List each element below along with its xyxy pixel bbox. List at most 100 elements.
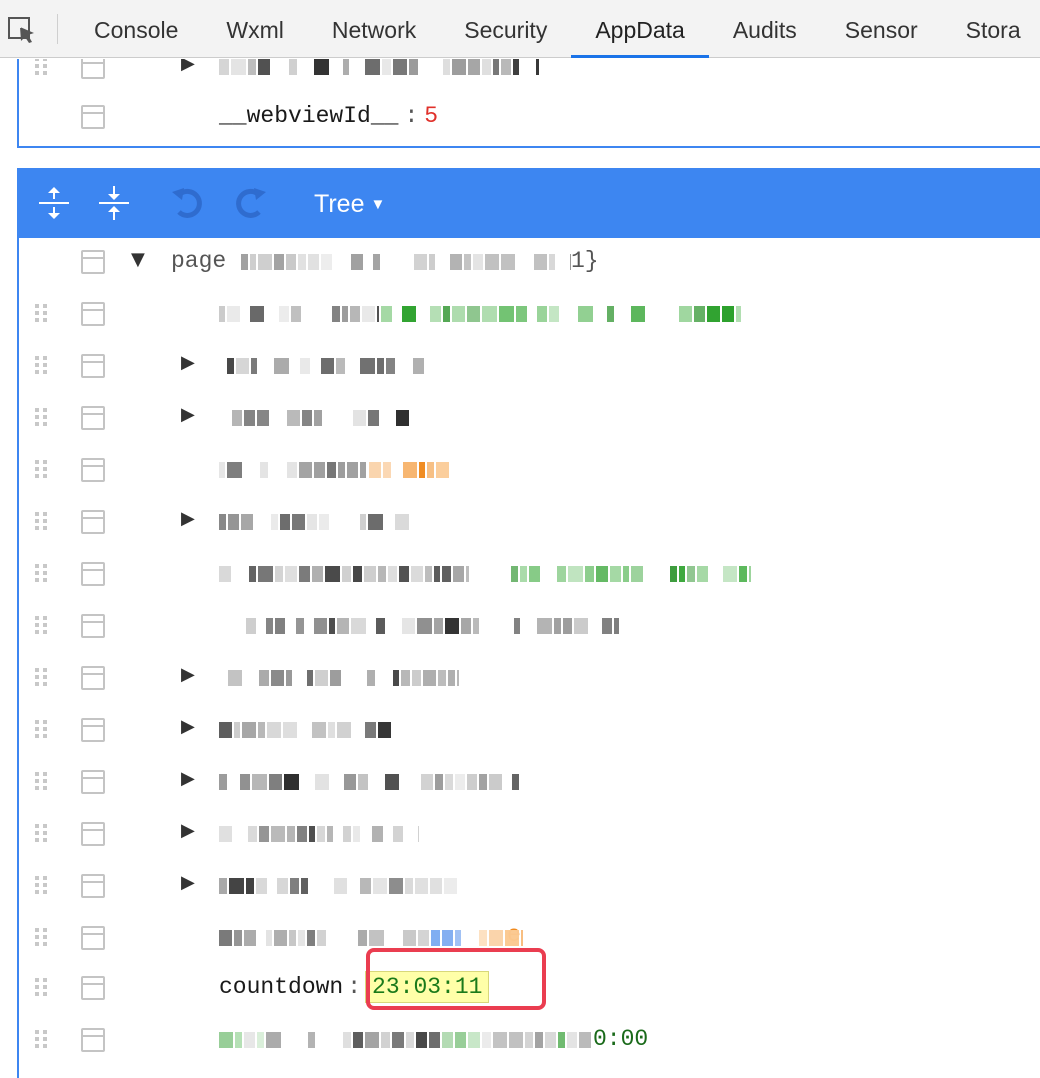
row-menu-icon[interactable] xyxy=(81,926,105,950)
redacted-block xyxy=(266,1032,281,1048)
webview-value[interactable]: 5 xyxy=(424,103,438,129)
drag-handle-icon[interactable] xyxy=(35,460,51,480)
row-menu-icon[interactable] xyxy=(81,406,105,430)
redo-icon[interactable] xyxy=(231,184,269,222)
tab-console[interactable]: Console xyxy=(70,0,202,58)
redacted-block xyxy=(259,670,269,686)
tab-security[interactable]: Security xyxy=(440,0,571,58)
grip-dot xyxy=(35,779,39,783)
row-menu-icon[interactable] xyxy=(81,302,105,326)
redacted-block xyxy=(557,566,566,582)
tab-appdata[interactable]: AppData xyxy=(571,0,709,58)
redacted-block xyxy=(228,670,242,686)
drag-handle-icon[interactable] xyxy=(35,1030,51,1050)
row-menu-icon[interactable] xyxy=(81,105,105,129)
drag-handle-icon[interactable] xyxy=(35,356,51,376)
redacted-block xyxy=(418,826,419,842)
expand-arrow-icon[interactable]: ▶ xyxy=(181,716,195,737)
row-menu-icon[interactable] xyxy=(81,718,105,742)
expand-arrow-icon[interactable]: ▶ xyxy=(181,352,195,373)
redacted-block xyxy=(421,774,433,790)
grip-dot xyxy=(43,467,47,471)
grip-dot xyxy=(35,318,39,322)
inspect-element-icon[interactable] xyxy=(4,12,40,48)
redacted-block xyxy=(466,566,469,582)
drag-handle-icon[interactable] xyxy=(35,876,51,896)
redacted-block xyxy=(274,358,289,374)
redacted-block xyxy=(312,722,326,738)
expand-all-icon[interactable] xyxy=(35,184,73,222)
row-menu-icon[interactable] xyxy=(81,562,105,586)
grip-dot xyxy=(35,668,39,672)
drag-handle-icon[interactable] xyxy=(35,512,51,532)
redacted-block xyxy=(250,254,256,270)
grip-dot xyxy=(43,720,47,724)
collapse-arrow-icon[interactable]: ▼ xyxy=(131,249,145,270)
grip-dot xyxy=(43,890,47,894)
drag-handle-icon[interactable] xyxy=(35,978,51,998)
row-menu-icon[interactable] xyxy=(81,614,105,638)
redacted-block xyxy=(549,254,555,270)
redacted-block xyxy=(578,306,593,322)
drag-handle-icon[interactable] xyxy=(35,668,51,688)
row-menu-icon[interactable] xyxy=(81,59,105,79)
expand-arrow-icon[interactable]: ▶ xyxy=(181,664,195,685)
redacted-block xyxy=(563,618,572,634)
grip-dot xyxy=(35,311,39,315)
tab-sensor[interactable]: Sensor xyxy=(821,0,942,58)
tree-row: 0:00 xyxy=(19,1014,1040,1066)
drag-handle-icon[interactable] xyxy=(35,772,51,792)
collapse-all-icon[interactable] xyxy=(95,184,133,222)
expand-arrow-icon[interactable]: ▶ xyxy=(181,872,195,893)
tab-wxml[interactable]: Wxml xyxy=(202,0,307,58)
row-menu-icon[interactable] xyxy=(81,354,105,378)
grip-dot xyxy=(35,526,39,530)
drag-handle-icon[interactable] xyxy=(35,928,51,948)
grip-dot xyxy=(35,838,39,842)
expand-arrow-icon[interactable]: ▶ xyxy=(181,59,195,74)
drag-handle-icon[interactable] xyxy=(35,564,51,584)
row-menu-icon[interactable] xyxy=(81,770,105,794)
redacted-block xyxy=(360,462,366,478)
redacted-content xyxy=(431,930,461,946)
row-menu-icon[interactable] xyxy=(81,458,105,482)
row-menu-icon[interactable] xyxy=(81,822,105,846)
separator: : xyxy=(404,103,419,129)
row-menu-icon[interactable] xyxy=(81,510,105,534)
row-menu-icon[interactable] xyxy=(81,976,105,1000)
tab-storage[interactable]: Stora xyxy=(942,0,1040,58)
row-menu-icon[interactable] xyxy=(81,666,105,690)
drag-handle-icon[interactable] xyxy=(35,616,51,636)
countdown-value[interactable]: 23:03:11 xyxy=(365,971,490,1003)
redacted-block xyxy=(260,462,268,478)
expand-arrow-icon[interactable]: ▶ xyxy=(181,508,195,529)
expand-arrow-icon[interactable]: ▶ xyxy=(181,820,195,841)
grip-dot xyxy=(43,519,47,523)
expand-arrow-icon[interactable]: ▶ xyxy=(181,404,195,425)
row-menu-icon[interactable] xyxy=(81,874,105,898)
drag-handle-icon[interactable] xyxy=(35,720,51,740)
redacted-block xyxy=(227,306,240,322)
redacted-content xyxy=(369,462,449,478)
redacted-block xyxy=(516,306,527,322)
tab-network[interactable]: Network xyxy=(308,0,440,58)
redacted-block xyxy=(479,774,487,790)
appdata-editor-pane: Tree ▼ ▼ page 1} countdown:23:03:11 0:00… xyxy=(17,168,1040,1078)
redacted-block xyxy=(360,878,371,894)
redacted-block xyxy=(283,722,297,738)
redacted-block xyxy=(425,566,432,582)
redacted-content xyxy=(511,566,751,582)
drag-handle-icon[interactable] xyxy=(35,304,51,324)
row-menu-icon[interactable] xyxy=(81,1028,105,1052)
view-mode-dropdown[interactable]: Tree ▼ xyxy=(314,168,385,238)
row-menu-icon[interactable] xyxy=(81,250,105,274)
grip-dot xyxy=(43,978,47,982)
drag-handle-icon[interactable] xyxy=(35,824,51,844)
drag-handle-icon[interactable] xyxy=(35,408,51,428)
grip-dot xyxy=(35,356,39,360)
undo-icon[interactable] xyxy=(169,184,207,222)
redacted-block xyxy=(364,566,376,582)
drag-handle-icon[interactable] xyxy=(35,59,51,77)
expand-arrow-icon[interactable]: ▶ xyxy=(181,768,195,789)
tab-audits[interactable]: Audits xyxy=(709,0,821,58)
